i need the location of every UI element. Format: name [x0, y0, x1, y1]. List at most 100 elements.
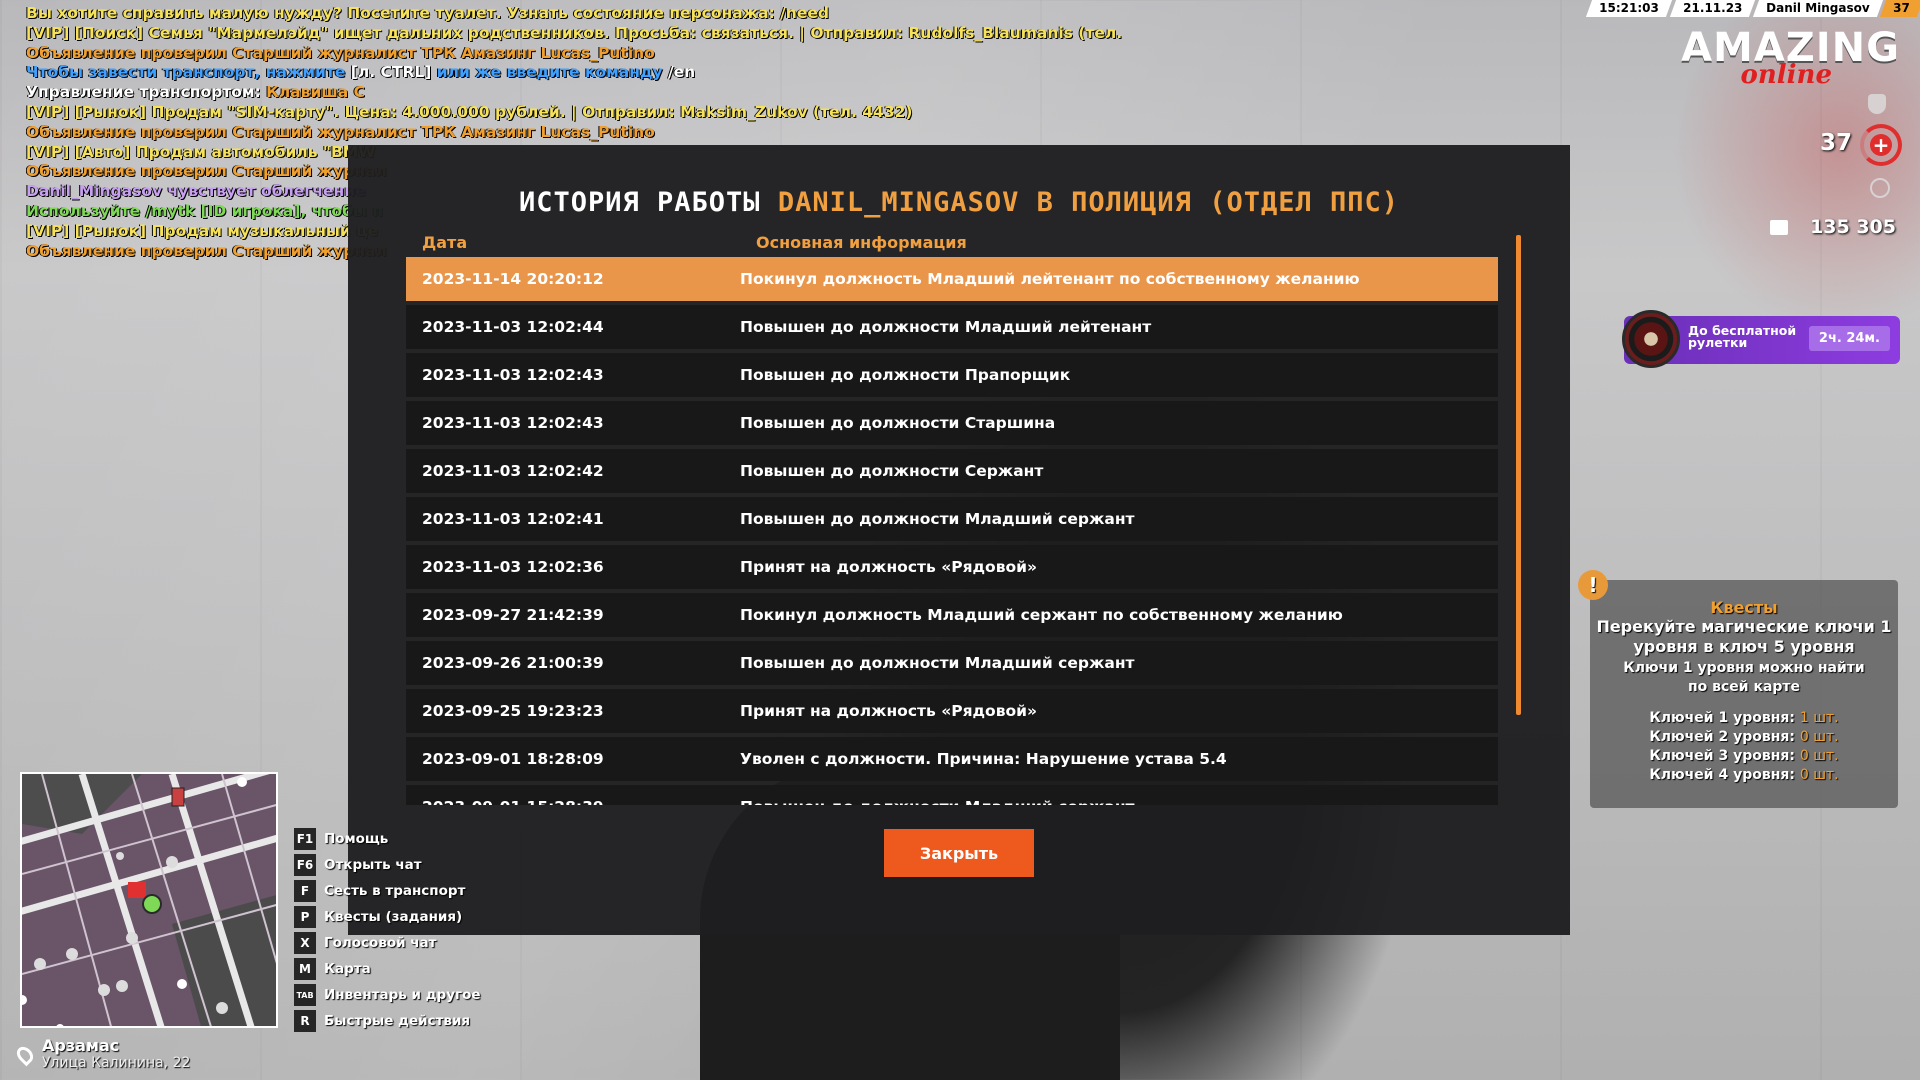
- history-info: Повышен до должности Младший сержант: [740, 510, 1135, 528]
- hotkey-item: F Сесть в транспорт: [294, 878, 481, 904]
- health-value: 37: [1819, 130, 1852, 156]
- work-history-modal: ИСТОРИЯ РАБОТЫ DANIL_MINGASOV В ПОЛИЦИЯ …: [348, 145, 1570, 935]
- armor-icon: [1870, 178, 1890, 198]
- quest-key-label: Ключей 1 уровня:: [1649, 710, 1800, 726]
- modal-title-highlight: DANIL_MINGASOV В ПОЛИЦИЯ (ОТДЕЛ ППС): [777, 187, 1400, 218]
- hotkey-label: Инвентарь и другое: [324, 987, 481, 1003]
- quest-key-line: Ключей 3 уровня: 0 шт.: [1590, 747, 1898, 766]
- close-button[interactable]: Закрыть: [884, 829, 1034, 877]
- chat-segment: Используйте /mytk [ID игрока], чтобы п: [26, 201, 383, 220]
- history-date: 2023-11-03 12:02:36: [422, 558, 604, 576]
- quest-task: Перекуйте магические ключи 1 уровня в кл…: [1596, 617, 1892, 656]
- hotkey-list: F1 Помощь F6 Открыть чат F Сесть в транспорт P…: [294, 826, 481, 1034]
- quest-key-label: Ключей 4 уровня:: [1649, 767, 1800, 783]
- hotkey-item: M Карта: [294, 956, 481, 982]
- shield-icon: [1868, 94, 1886, 114]
- quest-key-value: 0 шт.: [1799, 729, 1839, 745]
- quest-key-label: Ключей 3 уровня:: [1649, 748, 1800, 764]
- logo-sub-text: online: [1740, 60, 1832, 90]
- history-row[interactable]: 2023-11-03 12:02:36 Принят на должность «…: [406, 545, 1498, 589]
- chat-segment: Объявление проверил Старший журналист ТР…: [26, 122, 655, 141]
- hotkey-item: TAB Инвентарь и другое: [294, 982, 481, 1008]
- chat-segment: [VIP] [Авто] Продам автомобиль "BMW: [26, 142, 376, 161]
- hotkey-key: F6: [294, 854, 316, 876]
- hotkey-label: Голосовой чат: [324, 935, 437, 951]
- alert-icon: !: [1578, 570, 1608, 600]
- column-info: Основная информация: [756, 233, 967, 252]
- history-date: 2023-11-03 12:02:41: [422, 510, 604, 528]
- chat-segment: [VIP] [Поиск] Семья "Мармелэйд" ищет дал…: [26, 23, 1126, 42]
- history-row[interactable]: 2023-11-03 12:02:43 Повышен до должности …: [406, 353, 1498, 397]
- history-row[interactable]: 2023-09-26 21:00:39 Повышен до должности …: [406, 641, 1498, 685]
- quests-panel: ! Квесты Перекуйте магические ключи 1 ур…: [1578, 570, 1898, 808]
- hotkey-label: Быстрые действия: [324, 1013, 471, 1029]
- chat-segment: Объявление проверил Старший журнал: [26, 241, 387, 260]
- chat-segment: Чтобы завести транспорт, нажмите: [26, 63, 351, 82]
- hotkey-label: Сесть в транспорт: [324, 883, 466, 899]
- history-date: 2023-09-27 21:42:39: [422, 606, 604, 624]
- history-row[interactable]: 2023-11-03 12:02:42 Повышен до должности …: [406, 449, 1498, 493]
- wallet-icon: [1770, 220, 1788, 235]
- roulette-label: До бесплатной рулетки: [1688, 323, 1797, 350]
- history-date: 2023-11-03 12:02:42: [422, 462, 604, 480]
- hotkey-item: X Голосовой чат: [294, 930, 481, 956]
- history-info: Повышен до должности Младший сержант: [740, 798, 1135, 805]
- chat-segment: Объявление проверил Старший журнал: [26, 162, 387, 181]
- amazing-online-logo: AMAZING online: [1670, 26, 1900, 90]
- chat-segment: [л. CTRL]: [350, 63, 437, 82]
- history-info: Принят на должность «Рядовой»: [740, 558, 1038, 576]
- quest-hint: Ключи 1 уровня можно найти по всей карте: [1623, 660, 1865, 695]
- history-row[interactable]: 2023-11-03 12:02:44 Повышен до должности …: [406, 305, 1498, 349]
- history-info: Повышен до должности Младший сержант: [740, 654, 1135, 672]
- history-row[interactable]: 2023-09-01 15:28:39Повышен до должности …: [406, 785, 1498, 805]
- scrollbar[interactable]: [1516, 235, 1521, 715]
- history-info: Уволен с должности. Причина: Нарушение у…: [740, 750, 1227, 768]
- history-info: Повышен до должности Старшина: [740, 414, 1056, 432]
- hotkey-key: R: [294, 1010, 316, 1032]
- chat-segment: Вы хотите справить малую нужду? Посетите…: [26, 4, 829, 22]
- hotkey-key: P: [294, 906, 316, 928]
- history-row[interactable]: 2023-09-01 18:28:09 Уволен с должности. П…: [406, 737, 1498, 781]
- status-bar: 15:21:03 21.11.23 Danil Mingasov 37: [1585, 0, 1920, 17]
- modal-title: ИСТОРИЯ РАБОТЫ DANIL_MINGASOV В ПОЛИЦИЯ …: [348, 187, 1570, 218]
- history-row[interactable]: 2023-09-27 21:42:39 Покинул должность Мла…: [406, 593, 1498, 637]
- chat-segment: Объявление проверил Старший журналист ТР…: [26, 43, 655, 62]
- quests-title: Квесты: [1710, 598, 1778, 617]
- history-date: 2023-09-01 15:28:39: [406, 798, 740, 805]
- free-roulette-banner[interactable]: До бесплатной рулетки 2ч. 24м.: [1622, 310, 1900, 368]
- chat-line: Управление транспортом: Клавиша C: [26, 83, 1126, 103]
- history-row[interactable]: 2023-09-25 19:23:23 Принят на должность «…: [406, 689, 1498, 733]
- quest-key-label: Ключей 2 уровня:: [1649, 729, 1800, 745]
- time-display: 15:21:03: [1585, 0, 1672, 17]
- date-display: 21.11.23: [1669, 0, 1755, 17]
- history-row[interactable]: 2023-11-03 12:02:43 Повышен до должности …: [406, 401, 1498, 445]
- chat-segment: /en: [667, 63, 696, 82]
- history-date: 2023-11-03 12:02:44: [422, 318, 604, 336]
- quest-key-value: 0 шт.: [1799, 748, 1839, 764]
- chat-segment: Управление транспортом:: [26, 83, 267, 102]
- quest-key-line: Ключей 4 уровня: 0 шт.: [1590, 766, 1898, 785]
- roulette-timer: 2ч. 24м.: [1808, 326, 1890, 351]
- hotkey-key: M: [294, 958, 316, 980]
- minimap[interactable]: [20, 772, 278, 1028]
- hotkey-key: F1: [294, 828, 316, 850]
- hotkey-label: Карта: [324, 961, 371, 977]
- history-date: 2023-09-26 21:00:39: [422, 654, 604, 672]
- history-info: Принят на должность «Рядовой»: [740, 702, 1038, 720]
- hotkey-label: Открыть чат: [324, 857, 422, 873]
- quest-keys-list: Ключей 1 уровня: 1 шт. Ключей 2 уровня: 0…: [1590, 709, 1898, 785]
- chat-segment: Danil_Mingasov чувствует облегчение: [26, 182, 366, 201]
- hotkey-key: TAB: [294, 984, 316, 1006]
- roulette-wheel-icon: [1622, 310, 1680, 368]
- history-list[interactable]: 2023-11-14 20:20:12 Покинул должность Мла…: [406, 257, 1498, 805]
- history-date: 2023-11-03 12:02:43: [422, 366, 604, 384]
- chat-line: [VIP] [Поиск] Семья "Мармелэйд" ищет дал…: [26, 24, 1126, 44]
- history-info: Повышен до должности Сержант: [740, 462, 1044, 480]
- location-street: Улица Калинина, 22: [42, 1055, 191, 1071]
- health-icon: +: [1860, 124, 1902, 166]
- history-row[interactable]: 2023-11-03 12:02:41 Повышен до должности …: [406, 497, 1498, 541]
- history-row[interactable]: 2023-11-14 20:20:12 Покинул должность Мла…: [406, 257, 1498, 301]
- history-date: 2023-09-01 18:28:09: [422, 750, 604, 768]
- history-date: 2023-09-25 19:23:23: [422, 702, 604, 720]
- quest-key-line: Ключей 1 уровня: 1 шт.: [1590, 709, 1898, 728]
